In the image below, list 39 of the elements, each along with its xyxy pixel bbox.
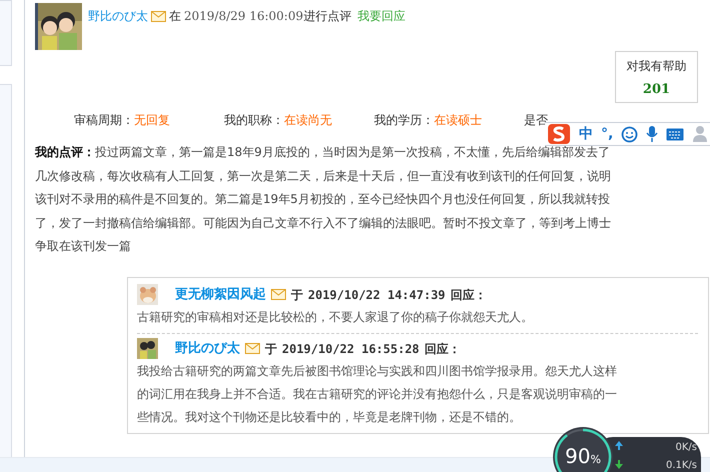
envelope-icon[interactable] — [271, 289, 286, 300]
emoji-icon[interactable] — [621, 126, 638, 142]
username-link[interactable]: 更无柳絮因风起 — [175, 284, 266, 304]
input-mode-toggle[interactable]: 中 — [579, 124, 593, 144]
preposition-text: 于 — [265, 340, 277, 358]
field-value: 无回复 — [134, 112, 170, 129]
action-text: 回应： — [424, 340, 460, 358]
field-label: 审稿周期： — [74, 112, 134, 129]
field-label: 我的职称： — [224, 112, 284, 129]
memory-gauge[interactable] — [553, 427, 613, 472]
keyboard-icon[interactable] — [666, 128, 684, 140]
download-arrow-icon — [615, 460, 623, 469]
field-value: 在读硕士 — [434, 112, 482, 129]
envelope-icon[interactable] — [151, 10, 166, 22]
microphone-icon[interactable] — [646, 125, 658, 143]
username-link[interactable]: 野比のび太 — [175, 338, 240, 358]
envelope-icon[interactable] — [245, 343, 260, 354]
reply-datetime: 2019/10/22 16:55:28 — [282, 340, 420, 358]
sogou-logo-icon[interactable] — [547, 123, 571, 145]
upload-arrow-icon — [615, 441, 623, 450]
preposition-text: 于 — [291, 286, 303, 304]
reply-link[interactable]: 我要回应 — [357, 7, 406, 25]
action-text: 进行点评 — [303, 8, 352, 25]
field-label: 我的学历： — [374, 112, 434, 129]
helpful-button[interactable]: 对我有帮助 201 — [615, 51, 698, 103]
download-speed: 0.1K/s — [666, 459, 697, 472]
field-value: 在读尚无 — [284, 112, 332, 129]
memory-percent: 90% — [565, 443, 601, 470]
review-datetime: 2019/8/29 16:00:09 — [184, 8, 304, 25]
review-text: 我的点评：投过两篇文章，第一篇是18年9月底投的，当时因为是第一次投稿，不太懂，先后给编辑部发去了几次修改稿，每次收稿有人工回复，第一次是第二天，后来是十天后，但一直没有收到该刊的任何回复，说明该刊对不录用的稿件是不回复的。第二篇是19年5月初投的，至今已经快四个月也没任何回复，所以我就转投了，发了一封撤稿信给编辑部。可能因为自己文章不行入不了编辑的法眼吧。暂时不投文章了，等到考上博士争取在该刊发一篇 — [35, 144, 612, 255]
reply-text: 我投给古籍研究的两篇文章先后被图书馆理论与实践和四川图书馆学报录用。怨天尤人这样的词汇用在我身上并不合适。我在古籍研究的评论并没有抱怨什么，只是客观说明审稿的一些情况。我对这个刊物还是比较看中的，毕竟是老牌刊物，还是不错的。 — [137, 362, 618, 426]
upload-speed: 0K/s — [676, 441, 697, 455]
reply-datetime: 2019/10/22 14:47:39 — [308, 286, 446, 304]
action-text: 回应： — [450, 286, 486, 304]
punctuation-toggle[interactable]: °, — [601, 124, 614, 144]
username-link[interactable]: 野比のび太 — [88, 7, 148, 25]
preposition-text: 在 — [169, 8, 181, 25]
sidebar-panel — [0, 0, 12, 66]
reply-text: 古籍研究的审稿相对还是比较松的，不要人家退了你的稿子你就怨天尤人。 — [137, 308, 534, 326]
